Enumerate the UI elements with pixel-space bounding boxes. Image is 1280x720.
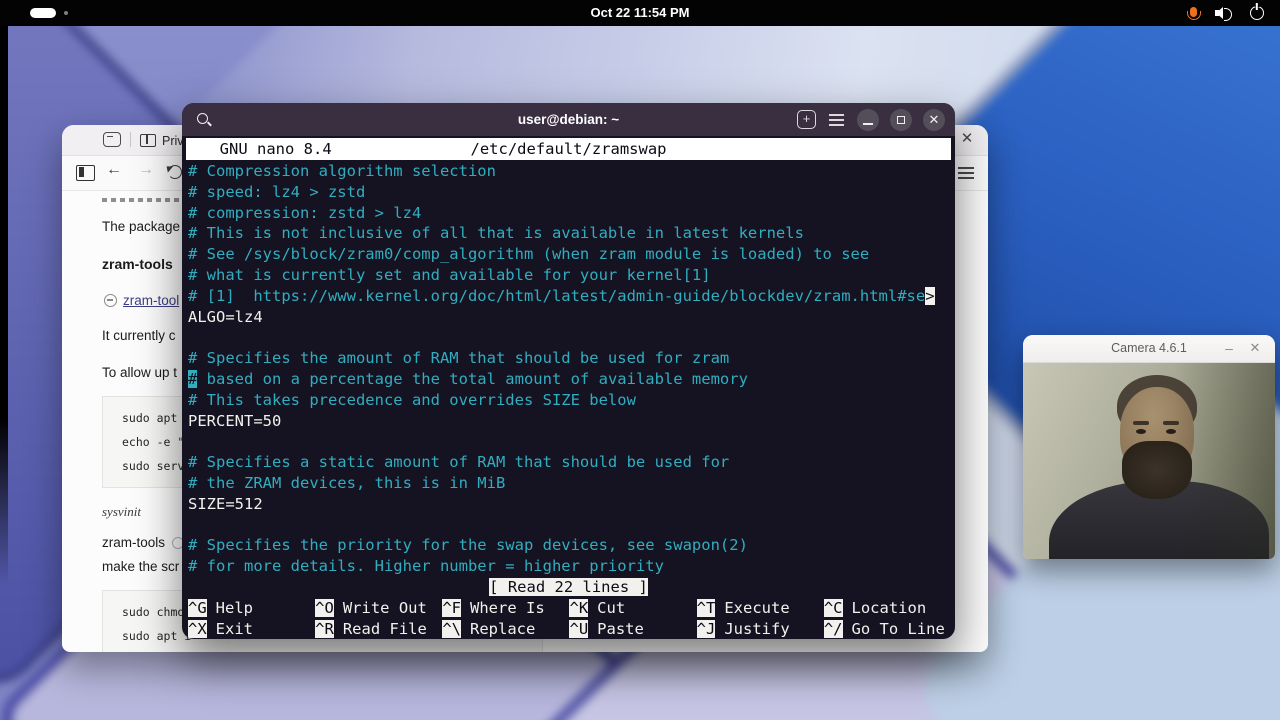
volume-icon (1215, 7, 1232, 21)
webcam-person-eye (1136, 429, 1146, 434)
nano-shortcut-row-2: ^X Exit ^R Read File ^\ Replace ^U Paste ^J Justi… (186, 619, 951, 639)
code-line: sudo ba (122, 648, 542, 652)
tab-overview-icon[interactable] (103, 132, 121, 147)
nano-shortcut: ^J Justify (696, 619, 790, 638)
nano-cursor: # (188, 369, 198, 388)
terminal-line: ALGO=lz4 (188, 307, 263, 326)
terminal-line: SIZE=512 (188, 494, 263, 513)
camera-minimize-icon[interactable]: – (1219, 335, 1239, 361)
gnome-top-bar: Oct 22 11:54 PM (0, 0, 1280, 26)
nano-shortcut: ^G Help (188, 598, 253, 617)
camera-title: Camera 4.6.1 (1111, 341, 1187, 355)
nano-shortcut: ^F Where Is (442, 598, 545, 617)
nano-status-bar: [ Read 22 lines ] (489, 577, 648, 596)
terminal-line: # This is not inclusive of all that is a… (188, 224, 804, 243)
terminal-line: PERCENT=50 (188, 411, 282, 430)
nano-shortcut: ^K Cut (569, 598, 626, 617)
clock[interactable]: Oct 22 11:54 PM (0, 0, 1280, 26)
package-icon (104, 294, 117, 307)
webcam-person-eye (1166, 429, 1176, 434)
terminal-line: # speed: lz4 > zstd (188, 182, 366, 201)
screen-edge-shade (0, 26, 8, 586)
new-tab-icon[interactable]: + (797, 110, 816, 129)
desktop: Priva ✕ ← → The package zram-tools zram-… (0, 0, 1280, 720)
terminal-line: # This takes precedence and overrides SI… (188, 390, 636, 409)
terminal-line: # See /sys/block/zram0/comp_algorithm (w… (188, 245, 870, 264)
nano-shortcut: ^\ Replace (442, 619, 536, 638)
nano-shortcut-row-1: ^G Help ^O Write Out ^F Where Is ^K Cut ^T Execut… (186, 598, 951, 619)
line-overflow-marker: > (925, 286, 935, 305)
browser-menu-icon[interactable] (958, 167, 974, 169)
webcam-person-brow (1163, 421, 1179, 425)
camera-title-bar[interactable]: Camera 4.6.1 – ✕ (1023, 335, 1275, 363)
nano-file-path: /etc/default/zramswap (470, 140, 667, 158)
terminal-line: # based on a percentage the total amount… (188, 369, 748, 388)
section-heading: zram-tools (102, 535, 166, 550)
private-tab-icon (140, 134, 156, 147)
terminal-window: user@debian: ~ + ✕ GNU nano 8.4 /etc/def… (182, 103, 955, 639)
system-tray[interactable] (1186, 0, 1264, 26)
minimize-button[interactable] (857, 108, 879, 131)
close-button[interactable]: ✕ (923, 108, 945, 131)
forward-icon[interactable]: → (138, 161, 154, 179)
terminal-line: # the ZRAM devices, this is in MiB (188, 473, 506, 492)
nano-shortcut: ^X Exit (188, 619, 253, 638)
webcam-person-hair (1117, 375, 1197, 437)
menu-icon[interactable] (829, 118, 844, 121)
webcam-person-face (1120, 387, 1194, 477)
nano-title-bar: GNU nano 8.4 /etc/default/zramswap (186, 138, 951, 160)
nano-shortcut: ^C Location (823, 598, 927, 617)
nano-shortcut: ^O Write Out (315, 598, 427, 617)
microphone-icon (1186, 6, 1201, 20)
back-icon[interactable]: ← (106, 161, 122, 179)
terminal-line: # for more details. Higher number = high… (188, 557, 664, 576)
camera-window: Camera 4.6.1 – ✕ (1023, 335, 1275, 559)
terminal-line: # [1] https://www.kernel.org/doc/html/la… (188, 286, 935, 305)
terminal-line: # Specifies the priority for the swap de… (188, 536, 748, 555)
nano-shortcut: ^T Execute (696, 598, 790, 617)
terminal-body[interactable]: GNU nano 8.4 /etc/default/zramswap # Com… (182, 136, 955, 639)
browser-close-icon[interactable]: ✕ (956, 128, 978, 150)
reload-icon[interactable] (168, 165, 182, 179)
camera-close-icon[interactable]: ✕ (1245, 335, 1265, 361)
webcam-feed (1023, 363, 1275, 559)
maximize-button[interactable] (890, 108, 912, 131)
package-link[interactable]: zram-tool (123, 293, 179, 308)
webcam-person-beard (1122, 441, 1192, 499)
terminal-window-controls: + ✕ (797, 103, 945, 136)
nano-shortcut: ^/Go To Line (823, 619, 945, 638)
nano-shortcut: ^R Read File (315, 619, 427, 638)
terminal-line: # compression: zstd > lz4 (188, 203, 422, 222)
terminal-line: # Specifies a static amount of RAM that … (188, 453, 730, 472)
nano-shortcut: ^U Paste (569, 619, 644, 638)
tab-divider (130, 132, 131, 147)
terminal-header-bar[interactable]: user@debian: ~ + ✕ (182, 103, 955, 136)
terminal-line: # Compression algorithm selection (188, 162, 496, 180)
clipped-text-fragment (102, 198, 194, 202)
terminal-line: # what is currently set and available fo… (188, 265, 711, 284)
power-icon (1250, 6, 1264, 20)
webcam-person-torso (1049, 481, 1269, 559)
terminal-line: # Specifies the amount of RAM that shoul… (188, 349, 730, 368)
webcam-person-brow (1133, 421, 1149, 425)
nano-buffer: # Compression algorithm selection # speed… (186, 160, 951, 577)
sidebar-toggle-icon[interactable] (76, 165, 95, 181)
